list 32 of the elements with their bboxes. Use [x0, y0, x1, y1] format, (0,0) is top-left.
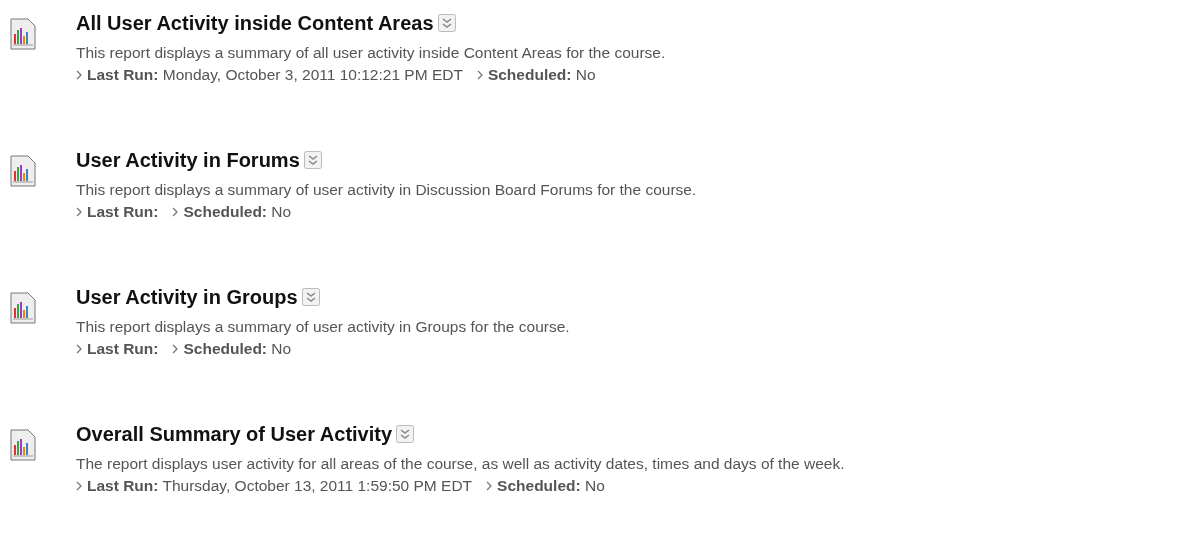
- chevron-icon: [486, 481, 494, 491]
- chevron-icon: [172, 207, 180, 217]
- bar-chart-document-icon: [10, 429, 36, 461]
- report-title[interactable]: User Activity in Forums: [76, 149, 300, 171]
- dropdown-chevron-icon[interactable]: [437, 14, 456, 32]
- report-meta-text: Last Run: Thursday, October 13, 2011 1:59:50 PM EDT: [87, 476, 473, 496]
- report-description: The report displays user activity for all areas of the course, as well as activity dates, times and days of the week.: [76, 454, 845, 474]
- chevron-icon: [76, 344, 83, 354]
- report-description: This report displays a summary of user activity in Groups for the course.: [76, 317, 570, 337]
- report-description: This report displays a summary of all user activity inside Content Areas for the course.: [76, 43, 666, 63]
- chevron-icon: [172, 344, 180, 354]
- report-meta-text: Scheduled: No: [487, 65, 596, 85]
- chevron-icon: [76, 207, 83, 217]
- report-meta-text: Scheduled: No: [497, 476, 605, 496]
- report-title[interactable]: User Activity in Groups: [76, 286, 298, 308]
- bar-chart-document-icon: [10, 155, 36, 187]
- dropdown-chevron-icon[interactable]: [303, 151, 322, 169]
- chevron-icon: [76, 481, 83, 491]
- report-meta-text: Scheduled: No: [183, 202, 292, 222]
- report-meta-text: Scheduled: No: [183, 339, 292, 359]
- report-meta-text: Last Run: Monday, October 3, 2011 10:12:21 PM EDT: [87, 65, 463, 85]
- chevron-icon: [476, 70, 484, 80]
- bar-chart-document-icon: [10, 18, 36, 50]
- dropdown-chevron-icon[interactable]: [301, 288, 320, 306]
- report-meta-text: Last Run:: [87, 202, 159, 222]
- report-title[interactable]: Overall Summary of User Activity: [76, 423, 393, 445]
- report-title[interactable]: All User Activity inside Content Areas: [76, 12, 434, 34]
- bar-chart-document-icon: [10, 292, 36, 324]
- chevron-icon: [76, 70, 83, 80]
- report-meta-text: Last Run:: [87, 339, 159, 359]
- report-description: This report displays a summary of user activity in Discussion Board Forums for the course.: [76, 180, 697, 200]
- dropdown-chevron-icon[interactable]: [396, 425, 415, 443]
